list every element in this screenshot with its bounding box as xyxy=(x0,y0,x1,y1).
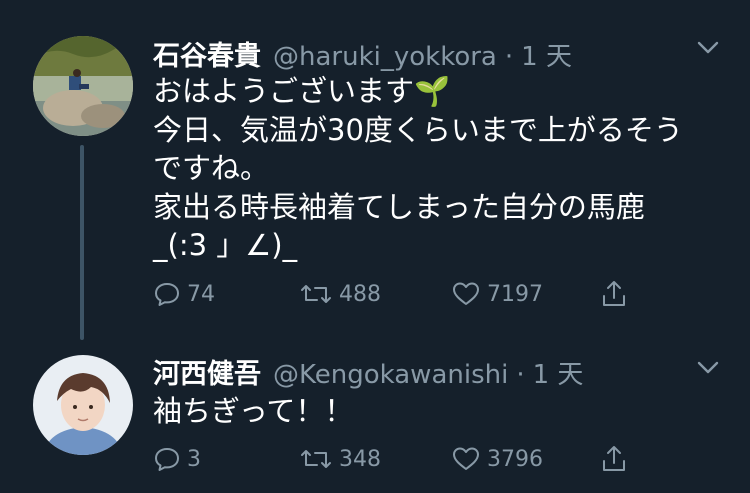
retweet-count: 348 xyxy=(339,446,381,472)
like-icon xyxy=(451,280,481,308)
tweet-thread: 石谷春貴 @haruki_yokkora · 1 天 おはようございます🌱 今日… xyxy=(0,0,750,493)
share-button[interactable] xyxy=(599,441,629,477)
reply-count: 3 xyxy=(187,446,201,472)
tweet-text-line: 袖ちぎって！！ xyxy=(153,394,354,428)
chevron-down-icon[interactable] xyxy=(696,40,720,56)
reply-count: 74 xyxy=(187,281,215,307)
timestamp[interactable]: 1 天 xyxy=(521,36,572,73)
avatar[interactable] xyxy=(33,355,133,455)
user-handle[interactable]: @Kengokawanishi xyxy=(273,360,508,390)
tweet-text: 袖ちぎって！！ xyxy=(153,392,733,431)
tweet-actions: 74 488 7197 xyxy=(153,276,653,312)
like-button[interactable]: 7197 xyxy=(451,276,543,312)
like-icon xyxy=(451,445,481,473)
tweet-header: 河西健吾 @Kengokawanishi · 1 天 xyxy=(153,352,583,390)
display-name[interactable]: 河西健吾 xyxy=(153,352,261,391)
like-count: 7197 xyxy=(487,281,543,307)
reply-icon xyxy=(153,280,181,308)
reply-icon xyxy=(153,445,181,473)
retweet-button[interactable]: 348 xyxy=(299,441,381,477)
avatar[interactable] xyxy=(33,36,133,136)
share-icon xyxy=(599,279,629,309)
tweet-header: 石谷春貴 @haruki_yokkora · 1 天 xyxy=(153,34,572,72)
tweet-text-line: _(:3 」∠)_ xyxy=(153,228,298,262)
chevron-down-icon[interactable] xyxy=(696,360,720,376)
tweet-text-line: ですね。 xyxy=(153,151,270,185)
user-handle[interactable]: @haruki_yokkora xyxy=(273,42,497,72)
share-button[interactable] xyxy=(599,276,629,312)
share-icon xyxy=(599,444,629,474)
tweet[interactable]: 河西健吾 @Kengokawanishi · 1 天 袖ちぎって！！ 3 348 xyxy=(0,340,750,493)
tweet[interactable]: 石谷春貴 @haruki_yokkora · 1 天 おはようございます🌱 今日… xyxy=(0,0,750,340)
retweet-button[interactable]: 488 xyxy=(299,276,381,312)
retweet-icon xyxy=(299,280,333,308)
like-button[interactable]: 3796 xyxy=(451,441,543,477)
tweet-actions: 3 348 3796 xyxy=(153,441,653,477)
tweet-text-line: 家出る時長袖着てしまった自分の馬鹿 xyxy=(153,189,645,224)
like-count: 3796 xyxy=(487,446,543,472)
display-name[interactable]: 石谷春貴 xyxy=(153,34,261,73)
separator-dot: · xyxy=(516,360,525,390)
reply-button[interactable]: 74 xyxy=(153,276,215,312)
tweet-text-line: 今日、気温が30度くらいまで上がるそう xyxy=(153,112,683,147)
retweet-icon xyxy=(299,445,333,473)
reply-button[interactable]: 3 xyxy=(153,441,201,477)
separator-dot: · xyxy=(504,42,514,72)
retweet-count: 488 xyxy=(339,281,381,307)
thread-connector-line xyxy=(80,145,84,340)
tweet-text: おはようございます🌱 今日、気温が30度くらいまで上がるそう ですね。 家出る時… xyxy=(153,72,733,265)
tweet-text-line: おはようございます🌱 xyxy=(153,74,451,108)
timestamp[interactable]: 1 天 xyxy=(533,354,584,391)
